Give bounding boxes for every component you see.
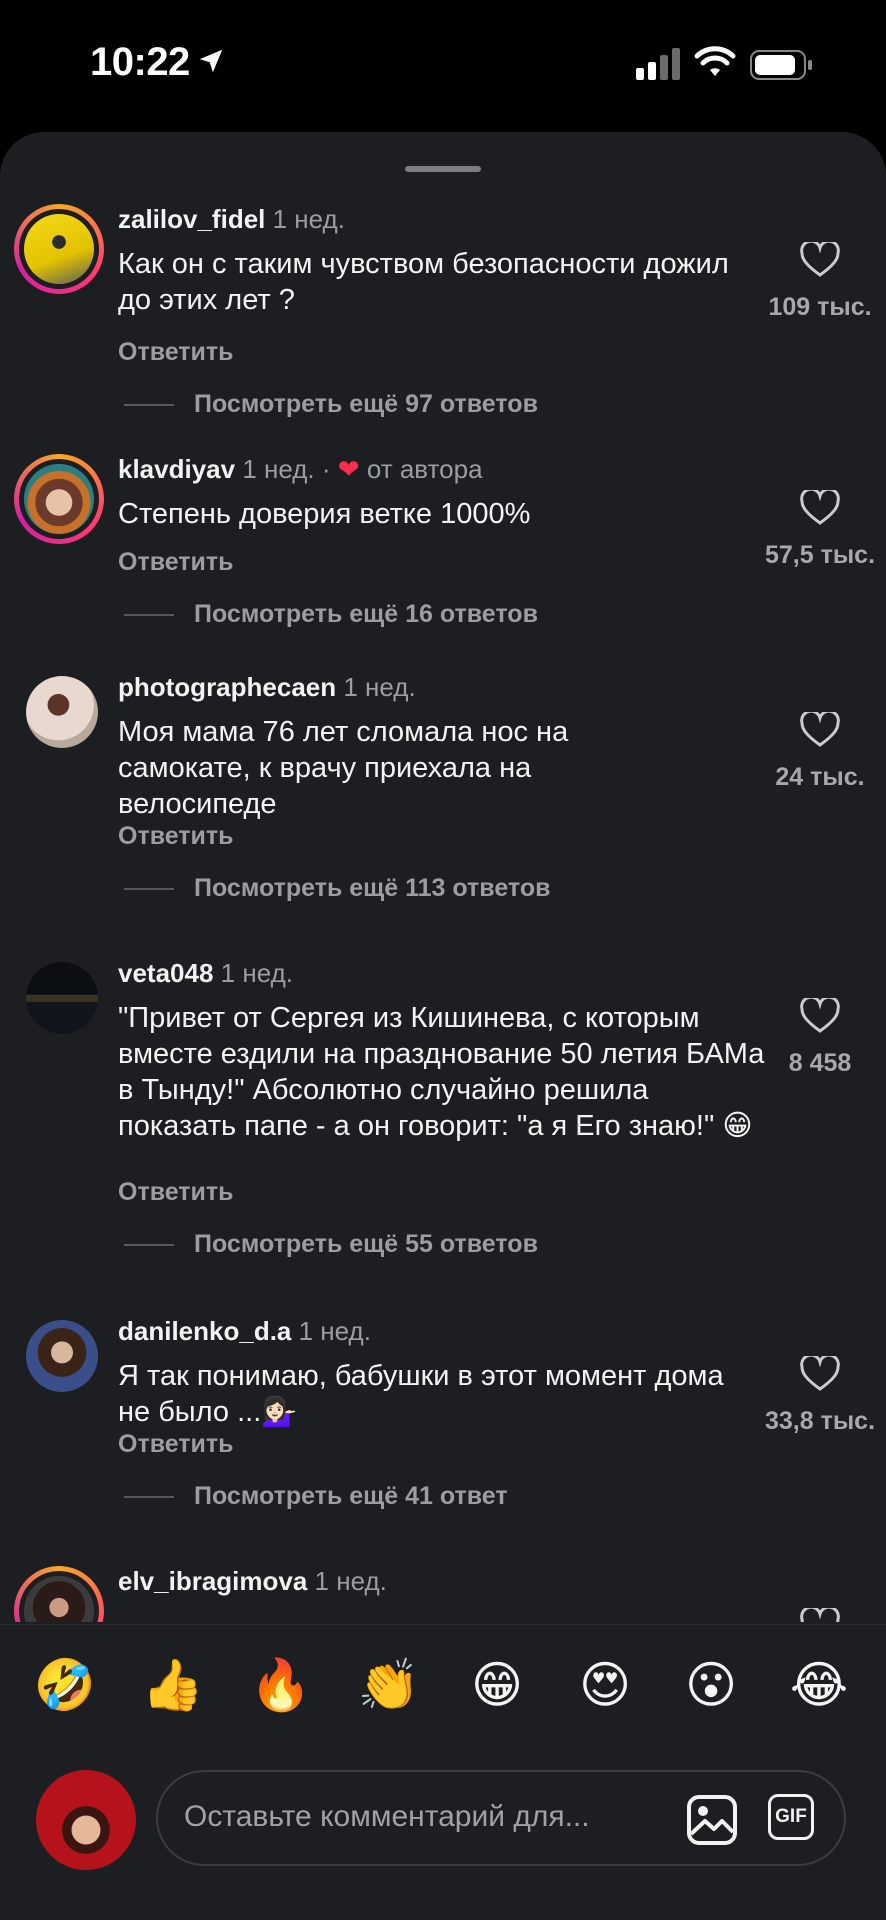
reply-button[interactable]: Ответить — [118, 822, 234, 851]
emoji-surprised-button[interactable]: 😮 — [676, 1655, 746, 1715]
comment-age: 1 нед. — [220, 958, 293, 988]
divider — [124, 614, 174, 617]
image-picker-icon[interactable] — [686, 1794, 738, 1846]
avatar[interactable] — [26, 1320, 98, 1392]
like-count: 109 тыс. — [768, 293, 872, 321]
battery-icon — [750, 50, 812, 80]
view-more-replies[interactable]: Посмотреть ещё 97 ответов — [124, 390, 538, 419]
divider — [124, 404, 174, 407]
reply-button[interactable]: Ответить — [118, 548, 234, 577]
comment-text: Степень доверия ветке 1000% — [118, 498, 531, 530]
author-liked-heart-icon: ❤ — [337, 454, 360, 484]
comment-text: Моя мама 76 лет сломала нос на самокате,… — [118, 716, 569, 820]
avatar[interactable] — [14, 204, 104, 294]
like-button[interactable]: 109 тыс. — [760, 239, 880, 322]
divider — [124, 1244, 174, 1247]
view-more-replies[interactable]: Посмотреть ещё 55 ответов — [124, 1230, 538, 1259]
divider — [124, 888, 174, 891]
emoji-thumbs-up-button[interactable]: 👍 — [138, 1655, 208, 1715]
comment-age: 1 нед. — [272, 204, 345, 234]
current-user-avatar — [36, 1770, 136, 1870]
comment-text: Я так понимаю, бабушки в этот момент дом… — [118, 1360, 724, 1428]
like-button[interactable]: 57,5 тыс. — [760, 487, 880, 570]
heart-outline-icon — [800, 487, 840, 525]
like-button[interactable] — [760, 1605, 880, 1622]
emoji-reaction-bar: 🤣 👍 🔥 👏 😁 😍 😮 😂 — [0, 1624, 886, 1745]
cellular-signal-icon — [636, 48, 680, 80]
comment-input[interactable]: Оставьте комментарий для... GIF — [156, 1770, 846, 1866]
reply-button[interactable]: Ответить — [118, 338, 234, 367]
comment-age: 1 нед. — [298, 1316, 371, 1346]
divider — [124, 1496, 174, 1499]
like-count: 8 458 — [788, 1049, 852, 1077]
reply-button[interactable]: Ответить — [118, 1178, 234, 1207]
comment-username[interactable]: danilenko_d.a — [118, 1316, 291, 1346]
heart-outline-icon — [800, 1353, 840, 1391]
comment-text: "Привет от Сергея из Кишинева, с которым… — [118, 1002, 765, 1142]
emoji-fire-button[interactable]: 🔥 — [246, 1655, 316, 1715]
gif-button[interactable]: GIF — [768, 1794, 814, 1840]
like-button[interactable]: 24 тыс. — [760, 709, 880, 792]
status-time: 10:22 — [90, 40, 190, 84]
like-count: 57,5 тыс. — [764, 541, 876, 569]
like-count: 33,8 тыс. — [764, 1407, 876, 1435]
heart-outline-icon — [800, 1605, 840, 1622]
location-arrow-icon — [199, 49, 223, 73]
comments-list[interactable]: zalilov_fidel 1 нед. Как он с таким чувс… — [0, 132, 886, 1622]
heart-outline-icon — [800, 995, 840, 1033]
comment-composer: Оставьте комментарий для... GIF — [0, 1730, 886, 1920]
comment-input-placeholder: Оставьте комментарий для... — [184, 1800, 590, 1833]
emoji-rofl-button[interactable]: 🤣 — [30, 1655, 100, 1715]
emoji-heart-eyes-button[interactable]: 😍 — [570, 1655, 640, 1715]
wifi-icon — [694, 46, 736, 76]
like-count: 24 тыс. — [775, 763, 865, 791]
view-more-replies[interactable]: Посмотреть ещё 113 ответов — [124, 874, 550, 903]
comments-sheet: zalilov_fidel 1 нед. Как он с таким чувс… — [0, 132, 886, 1920]
avatar[interactable] — [26, 676, 98, 748]
avatar[interactable] — [14, 1566, 104, 1622]
emoji-clap-button[interactable]: 👏 — [354, 1655, 424, 1715]
view-more-replies[interactable]: Посмотреть ещё 41 ответ — [124, 1482, 508, 1511]
reply-button[interactable]: Ответить — [118, 1430, 234, 1459]
author-like-label: от автора — [366, 454, 483, 484]
avatar[interactable] — [26, 962, 98, 1034]
comment-text: Как он с таким чувством безопасности дож… — [118, 248, 729, 316]
comment-age: 1 нед. — [343, 672, 416, 702]
avatar[interactable] — [14, 454, 104, 544]
comment-username[interactable]: photographecaen — [118, 672, 336, 702]
comment-username[interactable]: elv_ibragimova — [118, 1566, 307, 1596]
like-button[interactable]: 33,8 тыс. — [760, 1353, 880, 1436]
view-more-replies[interactable]: Посмотреть ещё 16 ответов — [124, 600, 538, 629]
like-button[interactable]: 8 458 — [760, 995, 880, 1078]
emoji-grin-button[interactable]: 😁 — [462, 1655, 532, 1715]
comment-age: 1 нед. — [314, 1566, 387, 1596]
comment-username[interactable]: veta048 — [118, 958, 213, 988]
comment-username[interactable]: klavdiyav — [118, 454, 235, 484]
heart-outline-icon — [800, 709, 840, 747]
heart-outline-icon — [800, 239, 840, 277]
comment-age: 1 нед. · — [242, 454, 331, 484]
comment-username[interactable]: zalilov_fidel — [118, 204, 265, 234]
emoji-tears-of-joy-button[interactable]: 😂 — [784, 1655, 854, 1715]
status-bar: 10:22 — [0, 0, 886, 130]
